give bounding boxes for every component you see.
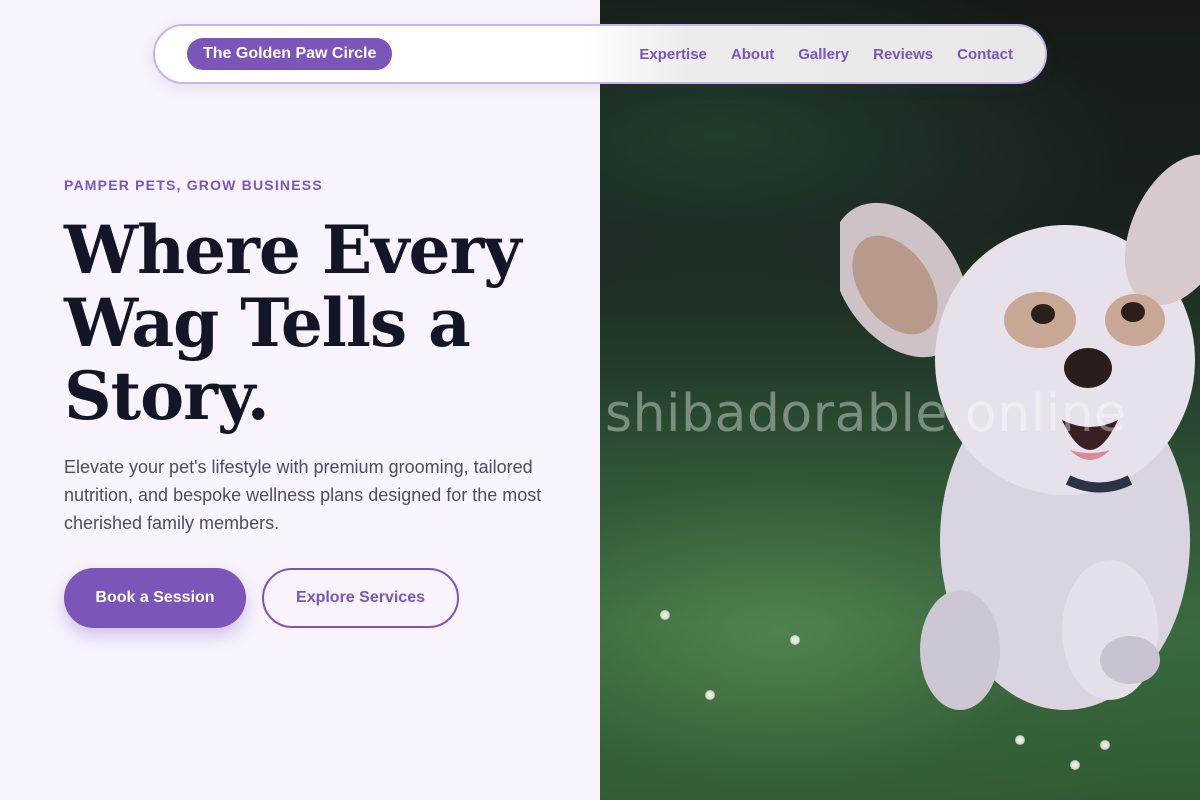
hero-headline: Where Every Wag Tells a Story.: [64, 214, 564, 433]
clover-flower: [705, 690, 715, 700]
explore-services-button[interactable]: Explore Services: [262, 568, 459, 628]
clover-flower: [660, 610, 670, 620]
nav-link-about[interactable]: About: [731, 46, 774, 63]
clover-flower: [1100, 740, 1110, 750]
brand-logo[interactable]: The Golden Paw Circle: [187, 38, 393, 70]
nav-link-contact[interactable]: Contact: [957, 46, 1013, 63]
nav-link-gallery[interactable]: Gallery: [798, 46, 849, 63]
dog-nose: [1064, 348, 1112, 388]
headline-line: Wag Tells a: [64, 284, 471, 362]
watermark-text: shibadorable.online: [605, 384, 1127, 444]
dog-back-leg: [920, 590, 1000, 710]
headline-line: Where Every: [64, 211, 522, 289]
clover-flower: [1070, 760, 1080, 770]
headline-line: Story.: [64, 357, 270, 435]
dog-eye: [1121, 302, 1145, 322]
top-navbar: The Golden Paw Circle Expertise About Ga…: [153, 24, 1047, 84]
nav-link-expertise[interactable]: Expertise: [639, 46, 707, 63]
dog-paw: [1100, 636, 1160, 684]
hero-eyebrow: PAMPER PETS, GROW BUSINESS: [64, 177, 323, 193]
dog-eye: [1031, 304, 1055, 324]
nav-link-reviews[interactable]: Reviews: [873, 46, 933, 63]
book-session-button[interactable]: Book a Session: [64, 568, 246, 628]
hero-subtext: Elevate your pet's lifestyle with premiu…: [64, 457, 542, 533]
clover-flower: [1015, 735, 1025, 745]
nav-links: Expertise About Gallery Reviews Contact: [639, 26, 1013, 82]
clover-flower: [790, 635, 800, 645]
